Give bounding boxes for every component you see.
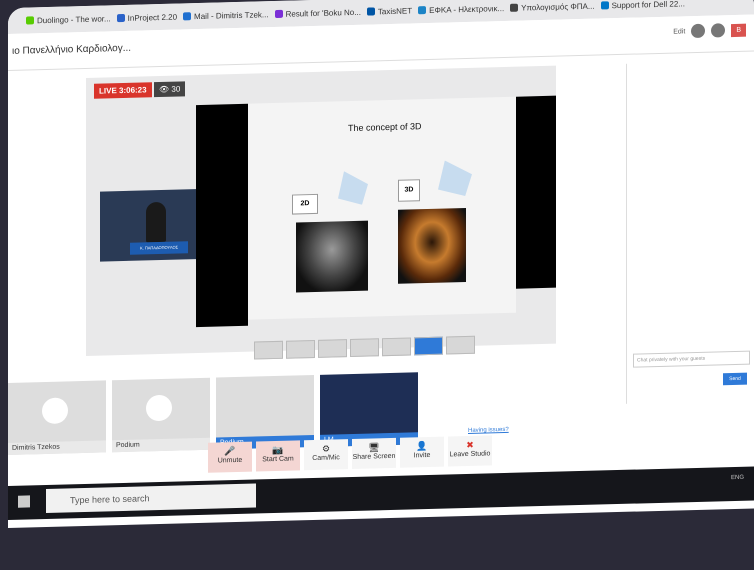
echo-2d-image bbox=[296, 220, 368, 293]
control-label: Leave Studio bbox=[449, 450, 491, 459]
bookmark-item[interactable]: Υπολογισμός ΦΠΑ... bbox=[510, 1, 595, 13]
gear-icon: ⚙ bbox=[321, 443, 331, 454]
bookmark-label: Duolingo - The wor... bbox=[37, 13, 111, 25]
bookmark-favicon-icon bbox=[26, 16, 34, 25]
unmute-button[interactable]: 🎤 Unmute bbox=[208, 441, 252, 473]
bookmark-favicon-icon bbox=[366, 7, 375, 16]
label-2d: 2D bbox=[292, 193, 318, 215]
bookmark-label: Result for 'Boku No... bbox=[285, 7, 361, 19]
broadcast-button[interactable]: B bbox=[731, 23, 746, 37]
tile-label: Podium bbox=[112, 437, 210, 453]
avatar-secondary[interactable] bbox=[711, 23, 726, 38]
bookmark-label: Mail - Dimitris Tzek... bbox=[194, 9, 269, 21]
layout-screen-selected[interactable] bbox=[414, 336, 443, 356]
tile-podium[interactable]: Podium bbox=[112, 377, 210, 453]
toolbar-right: Edit B bbox=[673, 23, 746, 39]
echo-3d-image bbox=[398, 208, 466, 284]
control-label: Invite bbox=[413, 451, 431, 460]
chat-input[interactable]: Chat privately with your guests bbox=[633, 350, 750, 368]
bookmark-label: Υπολογισμός ΦΠΑ... bbox=[521, 1, 595, 13]
bookmark-label: ΕΦΚΑ - Ηλεκτρονικ... bbox=[429, 3, 505, 15]
layout-split[interactable] bbox=[350, 338, 379, 358]
bookmark-favicon-icon bbox=[116, 13, 125, 23]
live-badge: LIVE 3:06:23 bbox=[94, 82, 152, 99]
bookmark-favicon-icon bbox=[510, 3, 519, 12]
layout-side[interactable] bbox=[382, 337, 411, 357]
bookmark-label: InProject 2.20 bbox=[127, 12, 178, 23]
bookmark-label: Support for Dell 22... bbox=[611, 0, 685, 10]
layout-solo[interactable] bbox=[254, 340, 283, 360]
avatar bbox=[146, 394, 172, 422]
tile-dimitris[interactable]: Dimitris Tzekos bbox=[8, 380, 106, 455]
send-button[interactable]: Send bbox=[723, 372, 747, 386]
bookmark-favicon-icon bbox=[600, 1, 609, 10]
page-title: ιο Πανελλήνιο Καρδιολογ... bbox=[12, 42, 132, 57]
bookmark-item[interactable]: Mail - Dimitris Tzek... bbox=[183, 10, 269, 21]
control-label: Cam/Mic bbox=[312, 454, 340, 463]
bookmark-item[interactable]: InProject 2.20 bbox=[116, 12, 178, 23]
presentation-slide: The concept of 3D 2D 3D bbox=[248, 96, 516, 320]
presenter-banner: Κ. ΠΑΠΑΔΟΠΟΥΛΟΣ bbox=[130, 241, 188, 255]
avatar[interactable] bbox=[691, 23, 706, 39]
bookmark-item[interactable]: Duolingo - The wor... bbox=[26, 14, 111, 25]
leave-studio-button[interactable]: ✖ Leave Studio bbox=[448, 435, 492, 467]
bookmark-favicon-icon bbox=[274, 9, 283, 19]
control-label: Start Cam bbox=[262, 455, 294, 464]
slide-title: The concept of 3D bbox=[348, 121, 422, 134]
probe-2d-illustration bbox=[338, 171, 368, 206]
bookmark-item[interactable]: Result for 'Boku No... bbox=[274, 7, 361, 19]
presenter-video: Κ. ΠΑΠΑΔΟΠΟΥΛΟΣ bbox=[100, 188, 200, 262]
bookmark-item[interactable]: Support for Dell 22... bbox=[600, 0, 685, 10]
bookmark-item[interactable]: ΕΦΚΑ - Ηλεκτρονικ... bbox=[418, 4, 504, 15]
letterbox-right bbox=[516, 95, 556, 289]
control-label: Unmute bbox=[217, 456, 243, 465]
presenter-figure bbox=[146, 201, 166, 243]
bookmark-favicon-icon bbox=[418, 6, 427, 15]
stream-stage: LIVE 3:06:23 👁 30 Κ. ΠΑΠΑΔΟΠΟΥΛΟΣ The co… bbox=[86, 65, 556, 356]
control-label: Share Screen bbox=[352, 452, 396, 461]
system-tray: ENG bbox=[730, 474, 744, 482]
start-cam-button[interactable]: 📷 Start Cam bbox=[256, 440, 300, 472]
windows-start-icon[interactable] bbox=[18, 495, 30, 508]
letterbox-left bbox=[196, 103, 248, 328]
taskbar-search-input[interactable]: Type here to search bbox=[46, 483, 256, 514]
windows-taskbar: Type here to search ENG bbox=[8, 466, 754, 520]
layout-group[interactable] bbox=[286, 339, 315, 359]
share-screen-button[interactable]: 🖥 Share Screen bbox=[352, 437, 396, 469]
help-link[interactable]: Having issues? bbox=[468, 427, 509, 434]
user-add-icon: 👤 bbox=[416, 441, 428, 452]
chat-panel: Chat privately with your guests Send bbox=[626, 60, 754, 404]
probe-3d-illustration bbox=[438, 160, 472, 197]
bookmark-favicon-icon bbox=[183, 12, 192, 21]
bookmark-item[interactable]: TaxisNET bbox=[366, 5, 413, 16]
avatar bbox=[42, 397, 68, 425]
layout-full[interactable] bbox=[446, 335, 475, 355]
bookmark-label: TaxisNET bbox=[377, 5, 413, 16]
monitor-screen: Duolingo - The wor... InProject 2.20 Mail … bbox=[8, 0, 754, 528]
tile-label: Dimitris Tzekos bbox=[8, 440, 106, 455]
tile-podium-slides[interactable]: Podium bbox=[216, 374, 314, 450]
eye-icon: 👁 bbox=[159, 84, 170, 95]
label-3d: 3D bbox=[398, 179, 420, 202]
mic-off-icon: 🎤 bbox=[224, 446, 236, 457]
cam-mic-button[interactable]: ⚙ Cam/Mic bbox=[304, 439, 348, 471]
studio-controls: 🎤 Unmute 📷 Start Cam ⚙ Cam/Mic 🖥 Share Scree… bbox=[208, 435, 492, 473]
edit-button[interactable]: Edit bbox=[673, 28, 685, 35]
viewer-count: 👁 30 bbox=[154, 81, 186, 98]
invite-button[interactable]: 👤 Invite bbox=[400, 436, 444, 468]
tile-lm[interactable]: LM bbox=[320, 372, 418, 447]
layout-leader[interactable] bbox=[318, 339, 347, 358]
viewer-count-value: 30 bbox=[171, 84, 181, 94]
